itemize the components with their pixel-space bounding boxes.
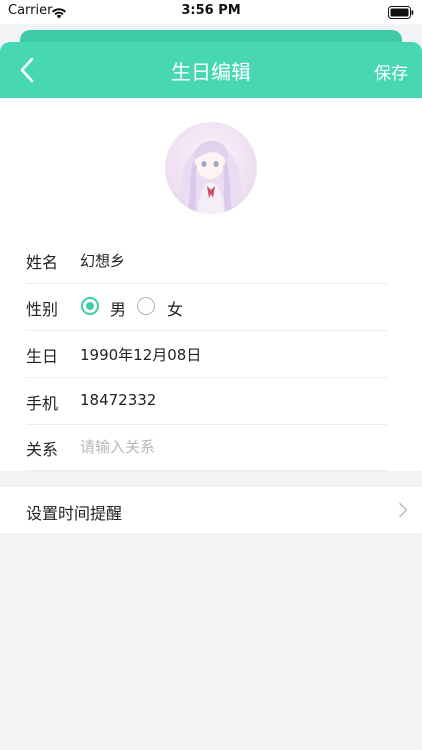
page-title: 生日编辑 [171,60,251,84]
gender-male-radio[interactable] [81,297,99,315]
gender-row: 性别 男 女 [26,284,387,331]
gender-female-radio[interactable] [137,297,155,315]
phone-value[interactable]: 18472332 [80,391,156,409]
name-label: 姓名 [26,253,59,272]
gender-label: 性别 [26,300,59,319]
relation-input[interactable] [80,434,370,460]
phone-label: 手机 [26,394,59,413]
save-button[interactable]: 保存 [374,59,408,84]
relation-row: 关系 [26,424,387,471]
set-reminder-label: 设置时间提醒 [26,504,123,523]
chevron-left-icon [20,57,34,83]
birthday-label: 生日 [26,347,59,366]
birthday-value[interactable]: 1990年12月08日 [80,344,201,365]
profile-card: 姓名 幻想乡 性别 男 女 生日 1990年12月08日 手机 18472332… [0,98,422,471]
battery-icon [388,4,414,23]
status-bar: Carrier 3:56 PM [0,0,422,24]
status-time: 3:56 PM [181,3,241,18]
gender-male-label[interactable]: 男 [110,296,126,320]
gender-female-label[interactable]: 女 [167,296,183,320]
avatar[interactable] [165,122,257,214]
back-button[interactable] [12,54,44,86]
name-row: 姓名 幻想乡 [26,237,387,284]
name-value[interactable]: 幻想乡 [80,250,125,271]
chevron-right-icon [398,502,408,522]
nav-bar: 生日编辑 保存 [0,42,422,98]
relation-label: 关系 [26,440,59,459]
birthday-row[interactable]: 生日 1990年12月08日 [26,331,387,378]
phone-row: 手机 18472332 [26,378,387,425]
set-reminder-row[interactable]: 设置时间提醒 [0,487,422,533]
